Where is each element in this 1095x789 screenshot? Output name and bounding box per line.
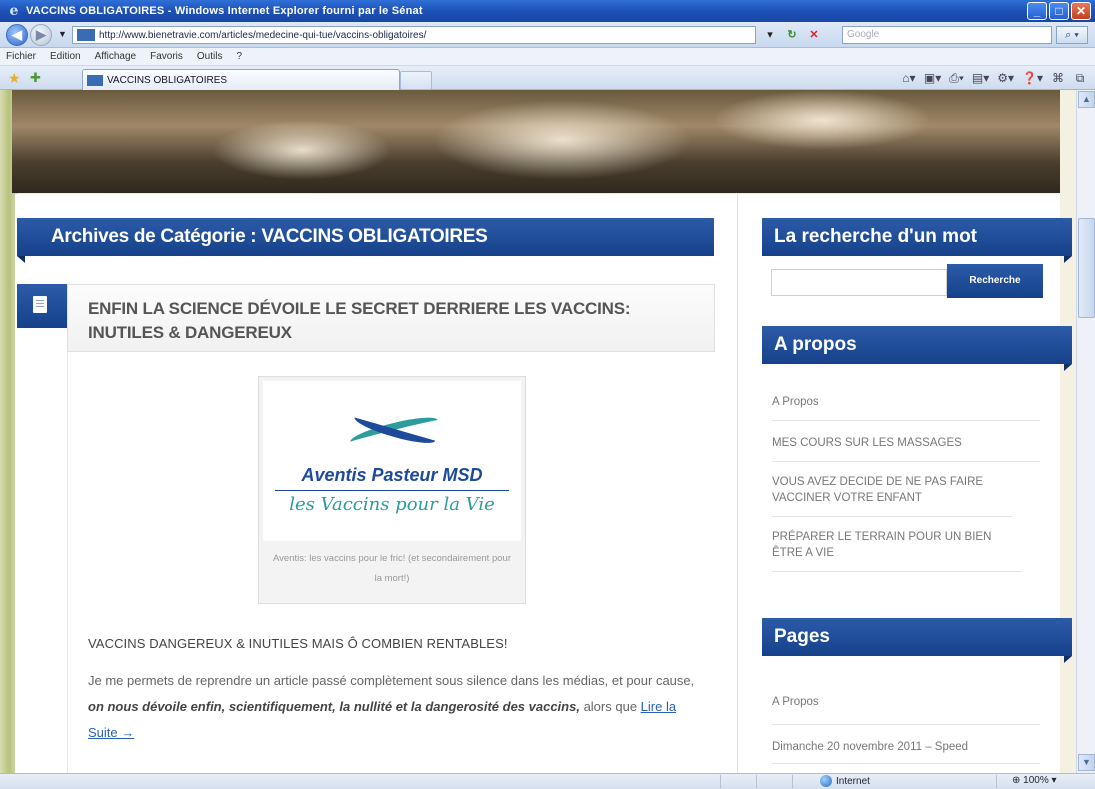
window-controls: _ □ ✕ xyxy=(1027,2,1091,20)
research-icon[interactable]: ⌘ xyxy=(1051,71,1065,86)
feeds-icon[interactable]: ▣▾ xyxy=(924,71,941,86)
menu-item-edition[interactable]: Edition xyxy=(50,51,81,62)
list-item[interactable]: VOUS AVEZ DECIDE DE NE PAS FAIRE VACCINE… xyxy=(772,462,1012,517)
post-format-icon xyxy=(17,284,67,328)
list-item[interactable]: MES COURS SUR LES MASSAGES xyxy=(772,421,1040,462)
post-excerpt: Je me permets de reprendre un article pa… xyxy=(88,668,698,746)
favorites-star-icon[interactable]: ★ xyxy=(8,70,21,87)
forward-button[interactable]: ▶ xyxy=(30,24,52,46)
tab-favicon-icon xyxy=(87,74,103,86)
list-item[interactable]: A Propos xyxy=(772,390,1040,421)
post-body: Aventis Pasteur MSD les Vaccins pour la … xyxy=(67,352,715,773)
command-bar: ⌂▾ ▣▾ ⎙▾ ▤▾ ⚙▾ ❓▾ ⌘ ⧉ xyxy=(902,71,1087,86)
site-favicon-icon xyxy=(77,29,95,41)
excerpt-text-end: alors que xyxy=(579,699,641,714)
sidebar: La recherche d'un mot Recherche A propos… xyxy=(737,194,1072,773)
sidebar-search-heading: La recherche d'un mot xyxy=(762,218,1072,263)
print-icon[interactable]: ⎙▾ xyxy=(949,71,964,86)
figure-caption: Aventis: les vaccins pour le fric! (et s… xyxy=(273,553,511,584)
logo-text-slogan: les Vaccins pour la Vie xyxy=(289,494,495,515)
menu-item-fichier[interactable]: Fichier xyxy=(6,51,36,62)
scroll-down-icon[interactable]: ▼ xyxy=(1078,754,1095,771)
zoom-level[interactable]: ⊕ 100% ▾ xyxy=(1012,775,1057,786)
menu-item-outils[interactable]: Outils xyxy=(197,51,223,62)
list-item[interactable]: A Propos xyxy=(772,690,1040,725)
address-field[interactable]: http://www.bienetravie.com/articles/mede… xyxy=(72,26,756,44)
menu-bar: Fichier Edition Affichage Favoris Outils… xyxy=(0,48,1095,66)
list-item[interactable]: Dimanche 20 novembre 2011 – Speed xyxy=(772,725,1040,764)
home-icon[interactable]: ⌂▾ xyxy=(902,71,916,86)
add-favorite-icon[interactable]: ✚ xyxy=(30,70,41,86)
menu-item-favoris[interactable]: Favoris xyxy=(150,51,183,62)
window-title: VACCINS OBLIGATOIRES - Windows Internet … xyxy=(26,5,423,17)
window-title-bar: e VACCINS OBLIGATOIRES - Windows Interne… xyxy=(0,0,1095,22)
search-button[interactable]: ⌕ ▾ xyxy=(1056,26,1088,44)
post-header: ENFIN LA SCIENCE DÉVOILE LE SECRET DERRI… xyxy=(67,284,715,352)
address-dropdown-icon[interactable]: ▾ xyxy=(762,27,778,43)
minimize-button[interactable]: _ xyxy=(1027,2,1047,20)
close-button[interactable]: ✕ xyxy=(1071,2,1091,20)
help-icon[interactable]: ❓▾ xyxy=(1022,71,1043,86)
page-icon[interactable]: ▤▾ xyxy=(972,71,989,86)
sidebar-search-button[interactable]: Recherche xyxy=(947,264,1043,298)
menu-item-affichage[interactable]: Affichage xyxy=(95,51,137,62)
address-url: http://www.bienetravie.com/articles/mede… xyxy=(99,29,427,41)
fullscreen-icon[interactable]: ⧉ xyxy=(1073,71,1087,86)
main-column: Archives de Catégorie : VACCINS OBLIGATO… xyxy=(15,194,730,773)
header-sky-image xyxy=(12,90,1060,193)
scroll-thumb[interactable] xyxy=(1078,218,1095,318)
tab-bar: ★ ✚ VACCINS OBLIGATOIRES ⌂▾ ▣▾ ⎙▾ ▤▾ ⚙▾ … xyxy=(0,66,1095,90)
address-controls: ▾ ↻ ✕ xyxy=(762,27,822,43)
archive-title: Archives de Catégorie : VACCINS OBLIGATO… xyxy=(17,218,714,263)
new-tab-button[interactable] xyxy=(400,71,432,90)
apropos-list: A Propos MES COURS SUR LES MASSAGES VOUS… xyxy=(772,390,1040,572)
tab-label: VACCINS OBLIGATOIRES xyxy=(107,74,228,86)
pages-list: A Propos Dimanche 20 novembre 2011 – Spe… xyxy=(772,690,1040,764)
vertical-scrollbar[interactable]: ▲ ▼ xyxy=(1076,90,1095,773)
history-dropdown-icon[interactable]: ▼ xyxy=(58,29,67,39)
zone-label: Internet xyxy=(836,775,870,787)
back-button[interactable]: ◀ xyxy=(6,24,28,46)
zoom-icon: ⊕ xyxy=(1012,775,1021,786)
address-bar-row: ◀ ▶ ▼ http://www.bienetravie.com/article… xyxy=(0,22,1095,48)
tools-icon[interactable]: ⚙▾ xyxy=(997,71,1014,86)
aventis-logo-image: Aventis Pasteur MSD les Vaccins pour la … xyxy=(263,381,521,541)
page-viewport: Archives de Catégorie : VACCINS OBLIGATO… xyxy=(0,90,1076,773)
status-bar: Internet ⊕ 100% ▾ xyxy=(0,773,1095,789)
post-figure: Aventis Pasteur MSD les Vaccins pour la … xyxy=(258,376,526,604)
post-subheading: VACCINS DANGEREUX & INUTILES MAIS Ô COMB… xyxy=(88,636,508,651)
search-input[interactable]: Google xyxy=(842,26,1052,44)
page-content: Archives de Catégorie : VACCINS OBLIGATO… xyxy=(15,194,1072,773)
excerpt-text-start: Je me permets de reprendre un article pa… xyxy=(88,673,695,688)
list-item[interactable]: PRÉPARER LE TERRAIN POUR UN BIEN ÊTRE A … xyxy=(772,517,1022,572)
sidebar-search-input[interactable] xyxy=(771,269,947,296)
refresh-icon[interactable]: ↻ xyxy=(784,27,800,43)
scroll-up-icon[interactable]: ▲ xyxy=(1078,91,1095,108)
stop-icon[interactable]: ✕ xyxy=(806,27,822,43)
logo-text-aventis: Aventis Pasteur MSD xyxy=(301,465,483,485)
sidebar-apropos-heading: A propos xyxy=(762,326,1072,371)
maximize-button[interactable]: □ xyxy=(1049,2,1069,20)
sidebar-pages-heading: Pages xyxy=(762,618,1072,663)
tab-vaccins-obligatoires[interactable]: VACCINS OBLIGATOIRES xyxy=(82,69,400,90)
globe-icon xyxy=(820,775,832,787)
post-title[interactable]: ENFIN LA SCIENCE DÉVOILE LE SECRET DERRI… xyxy=(88,297,688,345)
search-icon: ⌕ xyxy=(1065,29,1072,41)
excerpt-text-bold: on nous dévoile enfin, scientifiquement,… xyxy=(88,699,580,714)
aventis-logo-mark-icon xyxy=(348,409,440,450)
menu-item-help[interactable]: ? xyxy=(236,51,242,62)
security-zone: Internet xyxy=(820,775,870,787)
internet-explorer-icon: e xyxy=(9,3,19,19)
